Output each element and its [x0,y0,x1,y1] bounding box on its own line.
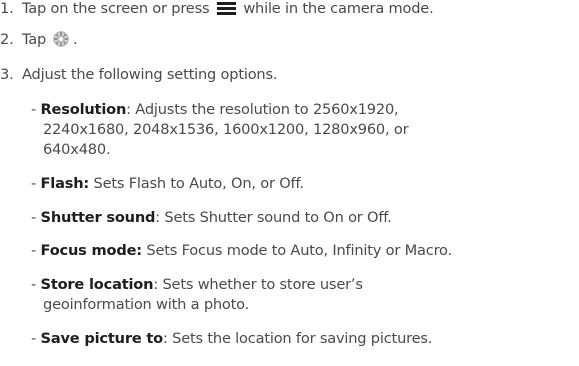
bullet: - [31,175,41,192]
step-text: Tap on the screen or press [22,0,210,17]
option-focus-mode: - Focus mode: Sets Focus mode to Auto, I… [31,242,452,260]
step-text: while in the camera mode. [243,0,434,17]
instructions-document: 1. Tap on the screen or press while in t… [0,0,579,366]
bullet: - [31,209,41,226]
option-store-location: - Store location: Sets whether to store … [31,276,363,294]
step-text: . [73,31,78,48]
option-desc: : Sets Shutter sound to On or Off. [155,209,392,226]
bullet: - [31,276,41,293]
bullet: - [31,242,41,259]
step-text: Tap [22,31,47,48]
bullet: - [31,330,41,347]
option-desc: : Sets whether to store user’s [153,276,363,293]
option-label: Store location [40,276,154,293]
step-text: Adjust the following setting options. [22,66,278,83]
step-number: 3. [0,66,14,83]
menu-icon [216,2,236,15]
option-desc-cont: 640x480. [43,141,111,158]
option-desc-cont: 2240x1680, 2048x1536, 1600x1200, 1280x96… [43,121,409,138]
option-resolution: - Resolution: Adjusts the resolution to … [31,101,399,119]
option-shutter-sound: - Shutter sound: Sets Shutter sound to O… [31,209,392,227]
option-label: Focus mode: [40,242,143,259]
option-desc: : Sets the location for saving pictures. [163,330,433,347]
option-label: Flash: [40,175,90,192]
step-number: 1. [0,0,14,17]
option-label: Resolution [40,101,127,118]
bullet: - [31,101,41,118]
option-desc: : Adjusts the resolution to 2560x1920, [126,101,399,118]
step-number: 2. [0,31,14,48]
gear-icon [52,31,69,47]
step-2: 2. Tap . [0,31,78,49]
step-1: 1. Tap on the screen or press while in t… [0,0,434,18]
option-label: Shutter sound [40,209,156,226]
option-label: Save picture to [40,330,164,347]
option-flash: - Flash: Sets Flash to Auto, On, or Off. [31,175,304,193]
step-3: 3. Adjust the following setting options. [0,66,278,84]
option-desc: Sets Flash to Auto, On, or Off. [89,175,304,192]
option-desc: Sets Focus mode to Auto, Infinity or Mac… [141,242,452,259]
option-desc-cont: geoinformation with a photo. [43,296,250,313]
option-save-picture-to: - Save picture to: Sets the location for… [31,330,432,348]
